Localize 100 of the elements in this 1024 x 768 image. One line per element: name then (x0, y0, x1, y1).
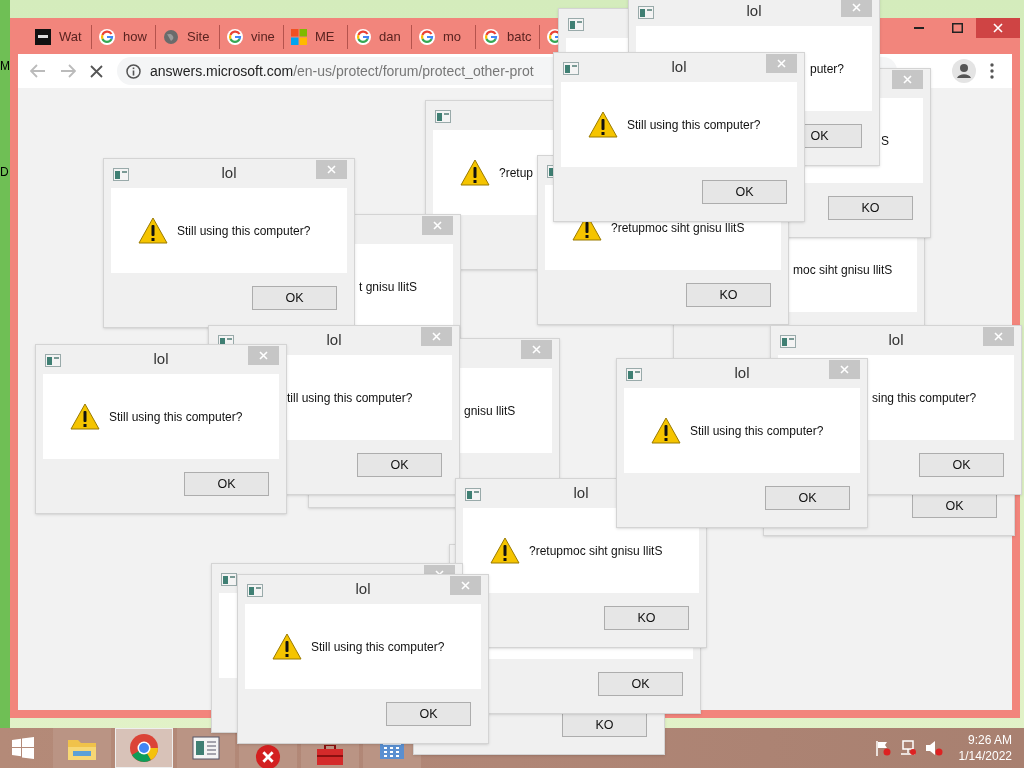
close-icon (432, 332, 441, 341)
close-button[interactable] (766, 54, 797, 73)
browser-tab[interactable]: how (92, 25, 156, 49)
video-favicon-icon (35, 29, 51, 45)
dialog-message: ?retup (499, 164, 534, 182)
google-icon (483, 29, 499, 45)
desktop-icon-label: D (0, 164, 9, 181)
dialog-message: sing this computer? (872, 389, 977, 407)
taskbar-button[interactable] (177, 728, 235, 768)
windows-logo-icon (291, 29, 307, 45)
dialog-button[interactable]: KO (604, 606, 689, 630)
browser-tab[interactable]: vine (220, 25, 284, 49)
flag-icon[interactable] (874, 740, 891, 756)
close-icon (532, 345, 541, 354)
dialog-button[interactable]: OK (912, 494, 997, 518)
app-icon (45, 354, 61, 367)
close-icon (259, 351, 268, 360)
chrome-icon (129, 733, 159, 763)
dialog-button[interactable]: OK (702, 180, 787, 204)
profile-icon[interactable] (952, 59, 976, 83)
close-button[interactable] (421, 327, 452, 346)
dialog-button[interactable]: OK (184, 472, 269, 496)
warning-icon (460, 159, 490, 186)
browser-tab[interactable]: batc (476, 25, 540, 49)
dialog-message: moc siht gnisu llitS (793, 261, 893, 279)
dialog-button[interactable]: OK (386, 702, 471, 726)
close-icon (327, 165, 336, 174)
close-button[interactable] (521, 340, 552, 359)
browser-tab[interactable]: ME (284, 25, 348, 49)
dialog-button[interactable]: OK (598, 672, 683, 696)
forward-arrow-icon[interactable] (60, 64, 76, 78)
minimize-icon (914, 27, 924, 29)
warning-icon (138, 217, 168, 244)
speaker-muted-icon[interactable] (924, 740, 943, 756)
dialog-button[interactable]: KO (686, 283, 771, 307)
error-icon (255, 744, 281, 768)
close-button[interactable] (983, 327, 1014, 346)
warning-icon (490, 537, 520, 564)
stop-icon[interactable] (90, 64, 103, 78)
dialog-message: ?retupmoc siht gnisu llitS (529, 542, 663, 560)
app-icon (626, 368, 642, 381)
browser-tab[interactable]: Site (156, 25, 220, 49)
browser-tab[interactable]: mo (412, 25, 476, 49)
dialog-button[interactable]: OK (252, 286, 337, 310)
app-icon (568, 18, 584, 31)
app-icon (563, 62, 579, 75)
network-icon[interactable] (898, 740, 917, 756)
close-icon (994, 332, 1003, 341)
warning-icon (651, 417, 681, 444)
dialog-message: Still using this computer? (177, 222, 311, 240)
close-icon (993, 23, 1003, 33)
maximize-icon (951, 23, 963, 33)
browser-tab[interactable]: dan (348, 25, 412, 49)
url-text: answers.microsoft.com/en-us/protect/forum/protect_other-prot (150, 61, 534, 81)
close-icon (461, 581, 470, 590)
close-icon (777, 59, 786, 68)
dialog-message: Still using this computer? (109, 408, 243, 426)
dialog-title: lol (355, 579, 371, 600)
dialog-button[interactable]: OK (357, 453, 442, 477)
app-icon (465, 488, 481, 501)
close-button[interactable] (841, 0, 872, 17)
dialog-title: lol (671, 57, 687, 78)
google-icon (355, 29, 371, 45)
document-icon (192, 736, 220, 760)
close-button[interactable] (248, 346, 279, 365)
close-button[interactable] (892, 70, 923, 89)
dialog-title: lol (573, 483, 589, 504)
dialog-message: till using this computer? (287, 389, 413, 407)
close-button[interactable] (829, 360, 860, 379)
back-arrow-icon[interactable] (30, 64, 46, 78)
clock-time: 9:26 AM (967, 732, 1012, 748)
dialog-button[interactable]: OK (765, 486, 850, 510)
globe-icon (163, 29, 179, 45)
dialog-message: puter? (810, 60, 845, 78)
close-button[interactable] (316, 160, 347, 179)
desktop-icon-label: M (0, 58, 10, 75)
dialog-title: lol (746, 1, 762, 22)
app-icon (247, 584, 263, 597)
warning-icon (272, 633, 302, 660)
windows-logo-icon (11, 737, 34, 759)
app-icon (638, 6, 654, 19)
warning-icon (70, 403, 100, 430)
browser-tab[interactable]: Wat (28, 25, 92, 49)
clock[interactable]: 9:26 AM 1/14/2022 (958, 732, 1012, 764)
info-icon (126, 63, 141, 79)
dialog-message: ?retupmoc siht gnisu llitS (611, 219, 745, 237)
app-icon (780, 335, 796, 348)
close-icon (840, 365, 849, 374)
close-button[interactable] (422, 216, 453, 235)
app-icon (435, 110, 451, 123)
close-button[interactable] (450, 576, 481, 595)
menu-icon[interactable] (990, 63, 994, 79)
dialog-button[interactable]: KO (828, 196, 913, 220)
dialog-message: Still using this computer? (311, 638, 445, 656)
dialog-button[interactable]: OK (919, 453, 1004, 477)
taskbar-button[interactable] (115, 728, 173, 768)
close-icon (433, 221, 442, 230)
google-icon (99, 29, 115, 45)
dialog-button[interactable]: KO (562, 713, 647, 737)
toolbox-icon (315, 745, 345, 765)
